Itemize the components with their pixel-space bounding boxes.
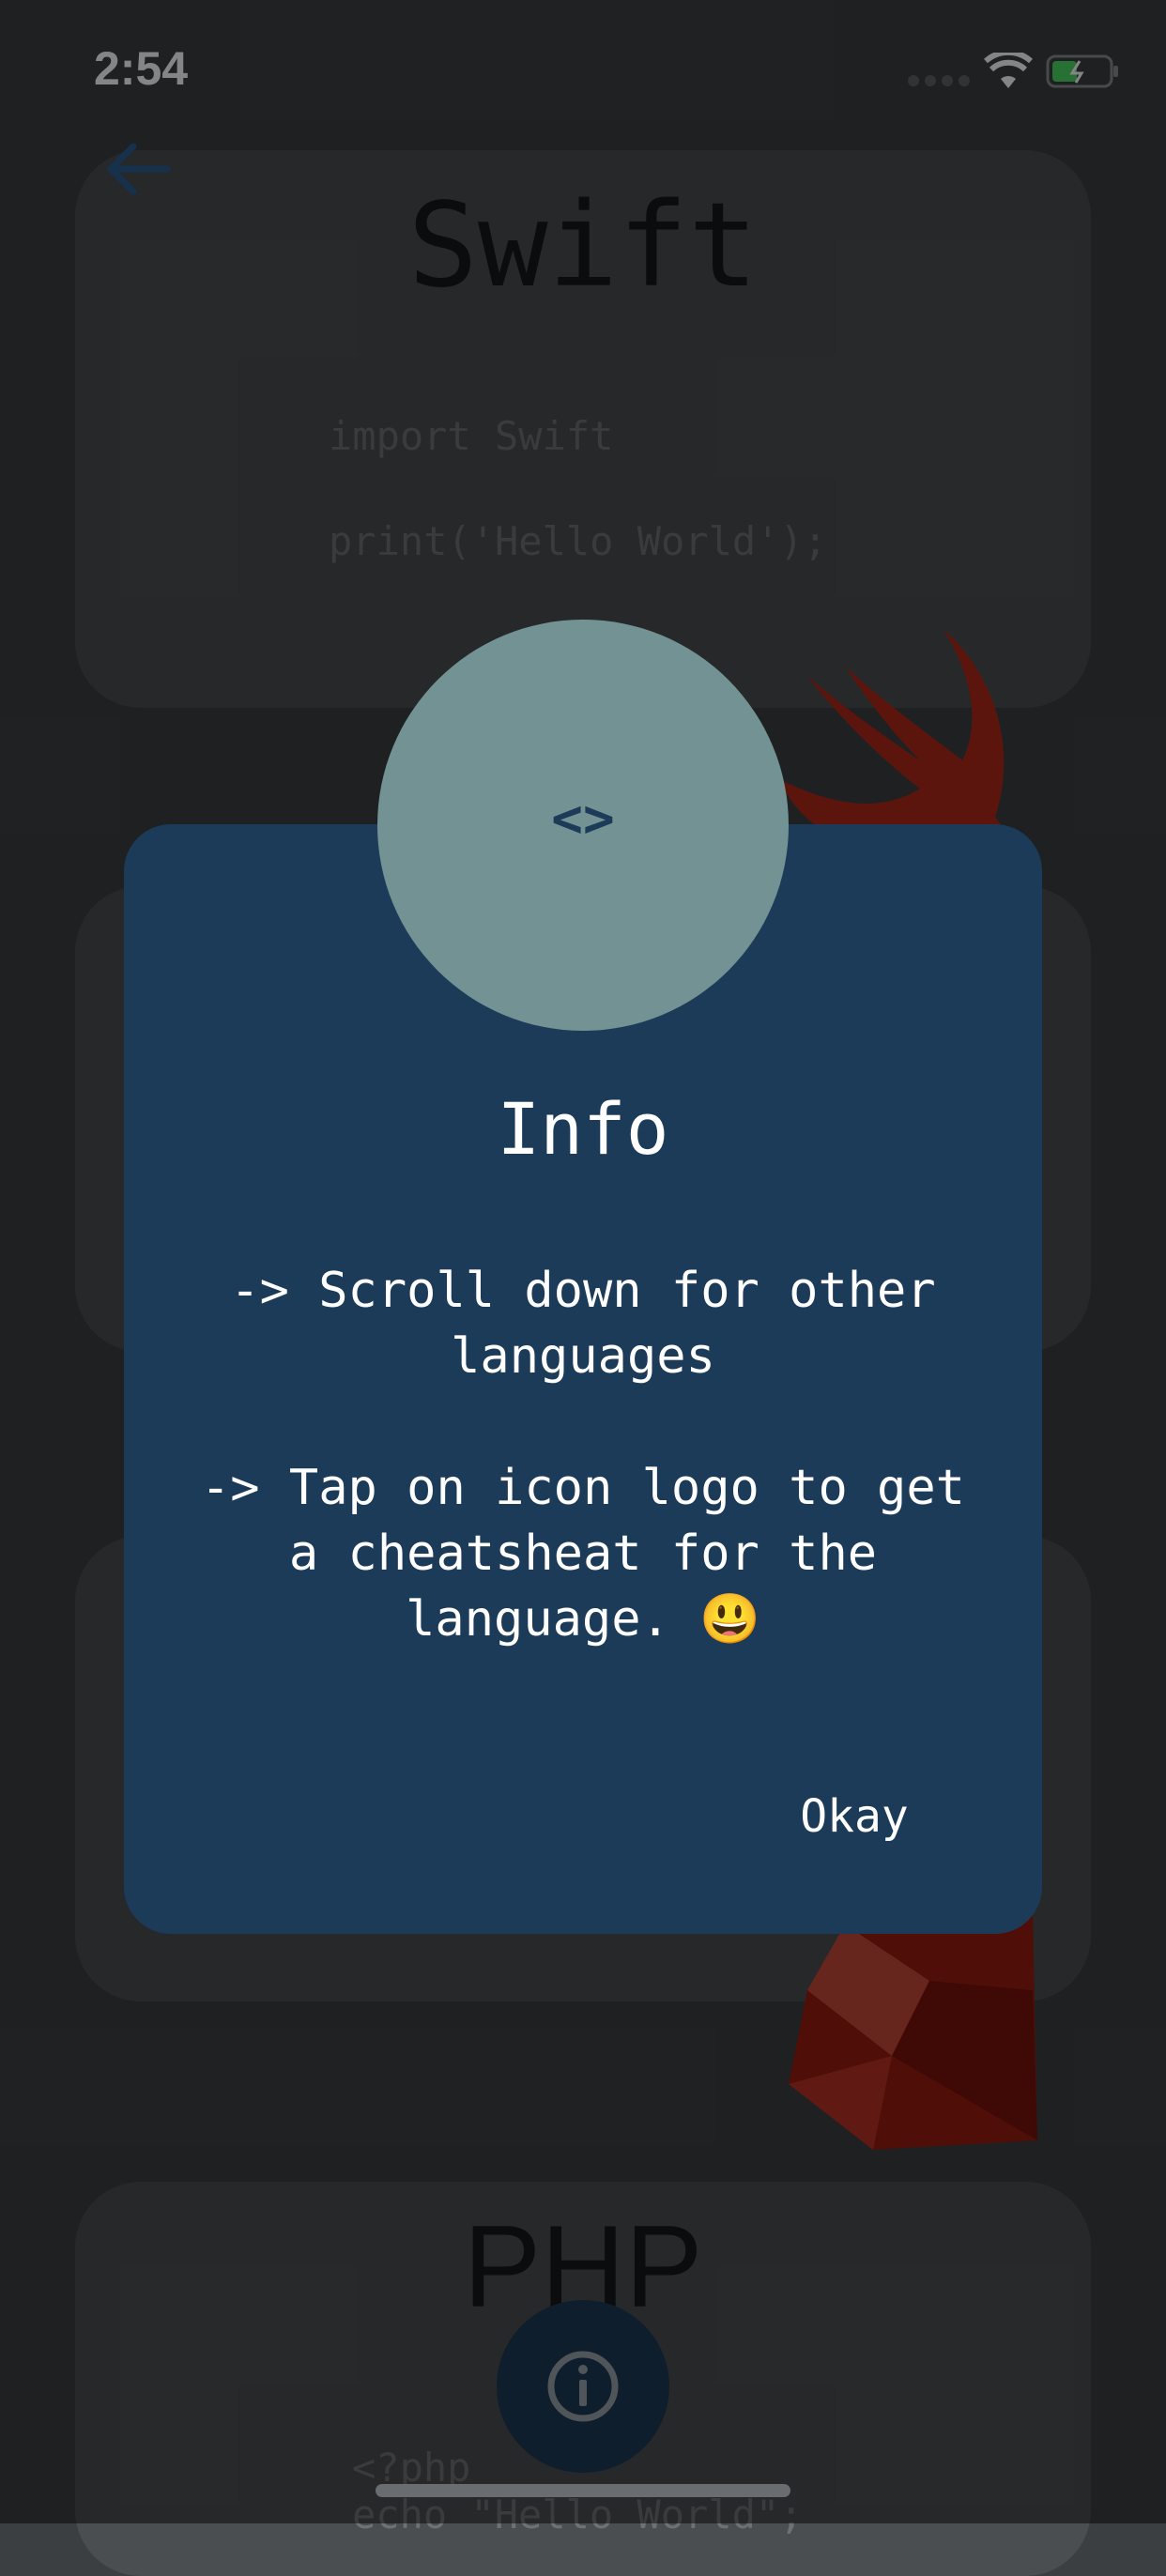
okay-button[interactable]: Okay (770, 1784, 939, 1849)
info-icon (547, 2351, 619, 2422)
dialog-line: -> Scroll down for other (230, 1263, 936, 1319)
dialog-title: Info (497, 1087, 669, 1171)
dialog-line: -> Tap on icon logo to get (201, 1460, 965, 1516)
dialog-line: a cheatsheat for the (288, 1526, 878, 1582)
home-indicator[interactable] (376, 2484, 790, 2497)
info-fab-button[interactable] (497, 2300, 669, 2473)
dialog-message: -> Scroll down for other languages -> Ta… (188, 1258, 978, 1652)
dialog-line: language. 😃 (406, 1591, 760, 1648)
dialog-line: languages (451, 1328, 715, 1385)
code-brackets-icon: <> (551, 789, 615, 850)
